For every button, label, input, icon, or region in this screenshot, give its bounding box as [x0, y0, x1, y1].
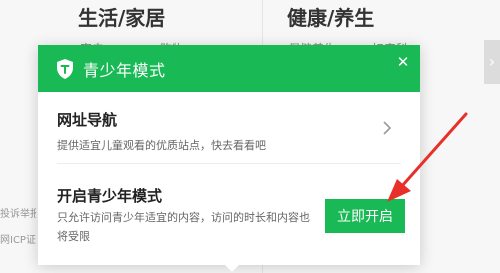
- row-description: 只允许访问青少年适宜的内容，访问的时长和内容也将受限: [57, 211, 310, 243]
- close-icon[interactable]: ✕: [396, 55, 410, 70]
- row-title: 网址导航: [57, 111, 118, 129]
- category-title[interactable]: 健康/养生: [287, 2, 374, 31]
- popup-title: 青少年模式: [83, 60, 166, 80]
- enable-now-button[interactable]: 立即开启: [325, 199, 405, 233]
- chevron-right-icon: [383, 121, 392, 135]
- row-description: 提供适宜儿童观看的优质站点，快去看看吧: [57, 139, 266, 152]
- footer-icp-link[interactable]: 网ICP证: [0, 231, 36, 246]
- shield-icon: [57, 58, 73, 79]
- scroll-right-icon[interactable]: ›: [484, 40, 500, 84]
- popup-header: 青少年模式 ✕: [38, 45, 420, 92]
- category-title[interactable]: 生活/家居: [78, 2, 165, 31]
- popup-caret: [224, 264, 240, 272]
- nav-sites-row[interactable]: 网址导航 提供适宜儿童观看的优质站点，快去看看吧: [57, 103, 401, 164]
- footer-report-link[interactable]: 投诉举报: [0, 205, 36, 220]
- teen-mode-popup: 青少年模式 ✕ 网址导航 提供适宜儿童观看的优质站点，快去看看吧 开启青少年模式…: [38, 45, 420, 272]
